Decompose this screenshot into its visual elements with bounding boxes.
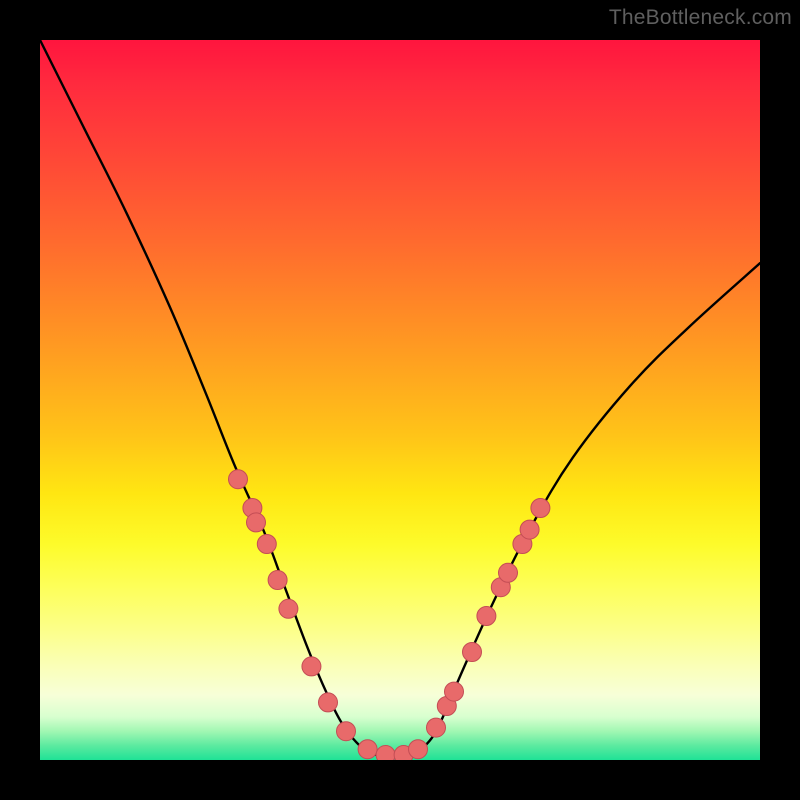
dot-left-3: [247, 513, 266, 532]
dot-right-10: [531, 499, 550, 518]
watermark-text: TheBottleneck.com: [609, 6, 792, 30]
dot-right-9: [520, 520, 539, 539]
dot-left-6: [279, 599, 298, 618]
dot-bottom-1: [358, 740, 377, 759]
chart-svg: [40, 40, 760, 760]
dot-left-8: [319, 693, 338, 712]
dot-right-1: [427, 718, 446, 737]
data-markers: [229, 470, 550, 760]
chart-stage: TheBottleneck.com: [0, 0, 800, 800]
dot-right-3: [445, 682, 464, 701]
dot-left-1: [229, 470, 248, 489]
dot-right-7: [499, 563, 518, 582]
dot-right-5: [477, 607, 496, 626]
plot-area: [40, 40, 760, 760]
dot-right-4: [463, 643, 482, 662]
bottleneck-curve: [40, 40, 760, 758]
dot-left-5: [268, 571, 287, 590]
dot-left-7: [302, 657, 321, 676]
dot-left-9: [337, 722, 356, 741]
dot-bottom-2: [376, 745, 395, 760]
dot-left-4: [257, 535, 276, 554]
dot-bottom-4: [409, 740, 428, 759]
